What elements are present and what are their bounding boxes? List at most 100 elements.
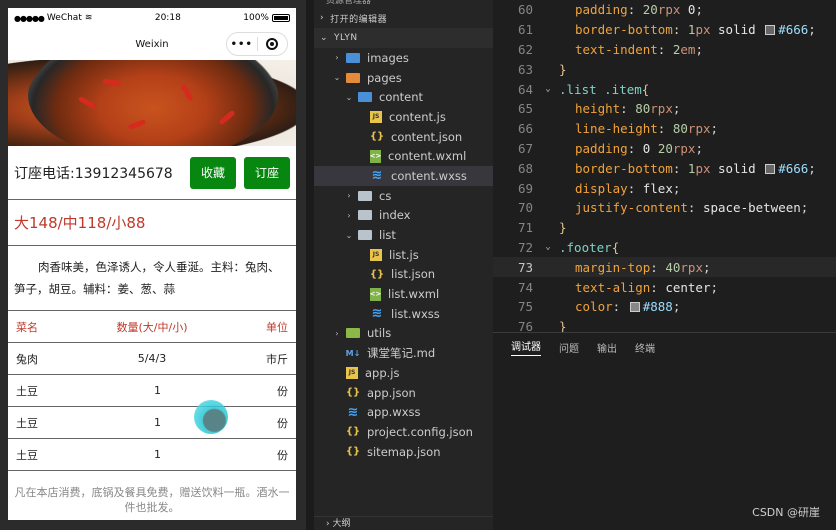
- code-token: rpx: [687, 121, 711, 137]
- code-token: ;: [695, 2, 703, 18]
- code-token: 80: [672, 121, 688, 137]
- code-token: :: [627, 180, 643, 196]
- code-token: ;: [695, 41, 703, 57]
- tree-item-content-json[interactable]: {} content.json: [314, 127, 493, 147]
- code-token: 40: [665, 259, 681, 275]
- code-text: }: [559, 62, 567, 77]
- tree-item-app-wxss[interactable]: ≋ app.wxss: [314, 402, 493, 422]
- fold-toggle-icon[interactable]: ⌄: [537, 242, 559, 252]
- tree-item-list-wxml[interactable]: <> list.wxml: [314, 284, 493, 304]
- line-number: 62: [517, 41, 533, 57]
- fold-toggle-icon[interactable]: ⌄: [537, 84, 559, 94]
- tree-item-project-config-json[interactable]: {} project.config.json: [314, 422, 493, 442]
- list-header: 菜名 数量(大/中/小) 单位: [8, 311, 296, 343]
- tree-item-content[interactable]: ⌄ content: [314, 87, 493, 107]
- code-token: }: [559, 220, 567, 236]
- code-line[interactable]: 69 display: flex;: [493, 178, 836, 198]
- code-token: solid: [710, 22, 764, 38]
- tree-item-list-json[interactable]: {} list.json: [314, 265, 493, 285]
- tree-item-list[interactable]: ⌄ list: [314, 225, 493, 245]
- tree-item-content-js[interactable]: JS content.js: [314, 107, 493, 127]
- status-time: 20:18: [154, 13, 181, 23]
- panel-tab[interactable]: 终端: [635, 340, 655, 355]
- js-file-icon: JS: [346, 366, 358, 379]
- tree-item-label: images: [367, 50, 409, 65]
- item-qty: 1: [154, 448, 161, 461]
- code-text: border-bottom: 1px solid #666;: [559, 161, 816, 176]
- tree-item-pages[interactable]: ⌄ pages: [314, 68, 493, 88]
- code-line[interactable]: 73 margin-top: 40rpx;: [493, 257, 836, 278]
- tree-item-list-js[interactable]: JS list.js: [314, 245, 493, 265]
- code-token: 0: [680, 2, 696, 18]
- code-token: border-bottom: [575, 160, 673, 176]
- item-unit: 市斤: [265, 352, 288, 366]
- code-token: padding: [575, 2, 628, 18]
- project-section[interactable]: ⌄ YLYN: [314, 28, 493, 48]
- panel-tab[interactable]: 输出: [597, 340, 617, 355]
- tree-item-content-wxml[interactable]: <> content.wxml: [314, 146, 493, 166]
- tree-item-label: index: [379, 208, 411, 223]
- line-number: 66: [517, 121, 533, 137]
- tree-item-cs[interactable]: › cs: [314, 186, 493, 206]
- panel-tab[interactable]: 调试器: [511, 338, 541, 356]
- item-qty: 1: [154, 384, 161, 397]
- list-item: 兔肉 5/4/3 市斤: [8, 343, 296, 375]
- tree-item-app-js[interactable]: JS app.js: [314, 363, 493, 383]
- color-swatch-icon[interactable]: [629, 302, 640, 313]
- code-text: justify-content: space-between;: [559, 200, 808, 215]
- favorite-button[interactable]: 收藏: [190, 156, 236, 189]
- item-qty: 1: [154, 416, 161, 429]
- tree-item-sitemap-json[interactable]: {} sitemap.json: [314, 442, 493, 462]
- code-token: px: [695, 22, 711, 38]
- code-token: display: [575, 180, 628, 196]
- code-line[interactable]: 60 padding: 20rpx 0;: [493, 0, 836, 20]
- code-line[interactable]: 61 border-bottom: 1px solid #666;: [493, 20, 836, 40]
- reserve-button[interactable]: 订座: [244, 156, 290, 189]
- tree-item-index[interactable]: › index: [314, 206, 493, 226]
- outline-section[interactable]: › 大纲: [314, 516, 493, 530]
- line-number: 61: [517, 22, 533, 38]
- code-line[interactable]: 74 text-align: center;: [493, 277, 836, 297]
- code-token: }: [559, 319, 567, 332]
- carrier-label: WeChat: [46, 13, 82, 23]
- code-editor[interactable]: 60 padding: 20rpx 0; 61 border-bottom: 1px …: [493, 0, 836, 332]
- json-file-icon: {}: [345, 387, 361, 399]
- json-file-icon: {}: [369, 131, 385, 143]
- code-line[interactable]: 76}: [493, 317, 836, 332]
- code-line[interactable]: 70 justify-content: space-between;: [493, 198, 836, 218]
- outline-label: 大纲: [332, 519, 351, 529]
- code-token: justify-content: [575, 200, 688, 216]
- color-swatch-icon[interactable]: [765, 163, 776, 174]
- color-swatch-icon[interactable]: [765, 25, 776, 36]
- code-token: ;: [808, 160, 816, 176]
- debug-panel: 调试器 问题 输出 终端 CSDN @研崖: [493, 332, 836, 530]
- touch-cursor-icon: [194, 400, 228, 434]
- code-line[interactable]: 63}: [493, 59, 836, 79]
- tree-item-label: content.js: [389, 109, 446, 124]
- line-number: 63: [517, 61, 533, 77]
- code-line[interactable]: 75 color: #888;: [493, 297, 836, 317]
- code-line[interactable]: 66 line-height: 80rpx;: [493, 119, 836, 139]
- tree-item-list-wxss[interactable]: ≋ list.wxss: [314, 304, 493, 324]
- line-number: 60: [517, 2, 533, 18]
- code-line[interactable]: 62 text-indent: 2em;: [493, 40, 836, 60]
- close-button[interactable]: [258, 38, 288, 50]
- tree-item--md[interactable]: M↓ 课堂笔记.md: [314, 343, 493, 363]
- code-line[interactable]: 65 height: 80rpx;: [493, 99, 836, 119]
- wxss-file-icon: ≋: [371, 306, 383, 322]
- code-line[interactable]: 67 padding: 0 20rpx;: [493, 139, 836, 159]
- panel-tab[interactable]: 问题: [559, 340, 579, 355]
- tree-item-app-json[interactable]: {} app.json: [314, 383, 493, 403]
- code-line[interactable]: 72 ⌄ .footer{: [493, 238, 836, 258]
- more-menu-button[interactable]: •••: [227, 39, 257, 50]
- open-editors-label: 打开的编辑器: [330, 14, 388, 25]
- tree-item-utils[interactable]: › utils: [314, 324, 493, 344]
- code-line[interactable]: 71}: [493, 218, 836, 238]
- item-name: 土豆: [16, 384, 38, 398]
- code-line[interactable]: 64 ⌄ .list .item{: [493, 79, 836, 99]
- open-editors-section[interactable]: › 打开的编辑器: [314, 8, 493, 28]
- tree-item-content-wxss[interactable]: ≋ content.wxss: [314, 166, 493, 186]
- code-token: px: [695, 160, 711, 176]
- code-line[interactable]: 68 border-bottom: 1px solid #666;: [493, 158, 836, 178]
- tree-item-images[interactable]: › images: [314, 48, 493, 68]
